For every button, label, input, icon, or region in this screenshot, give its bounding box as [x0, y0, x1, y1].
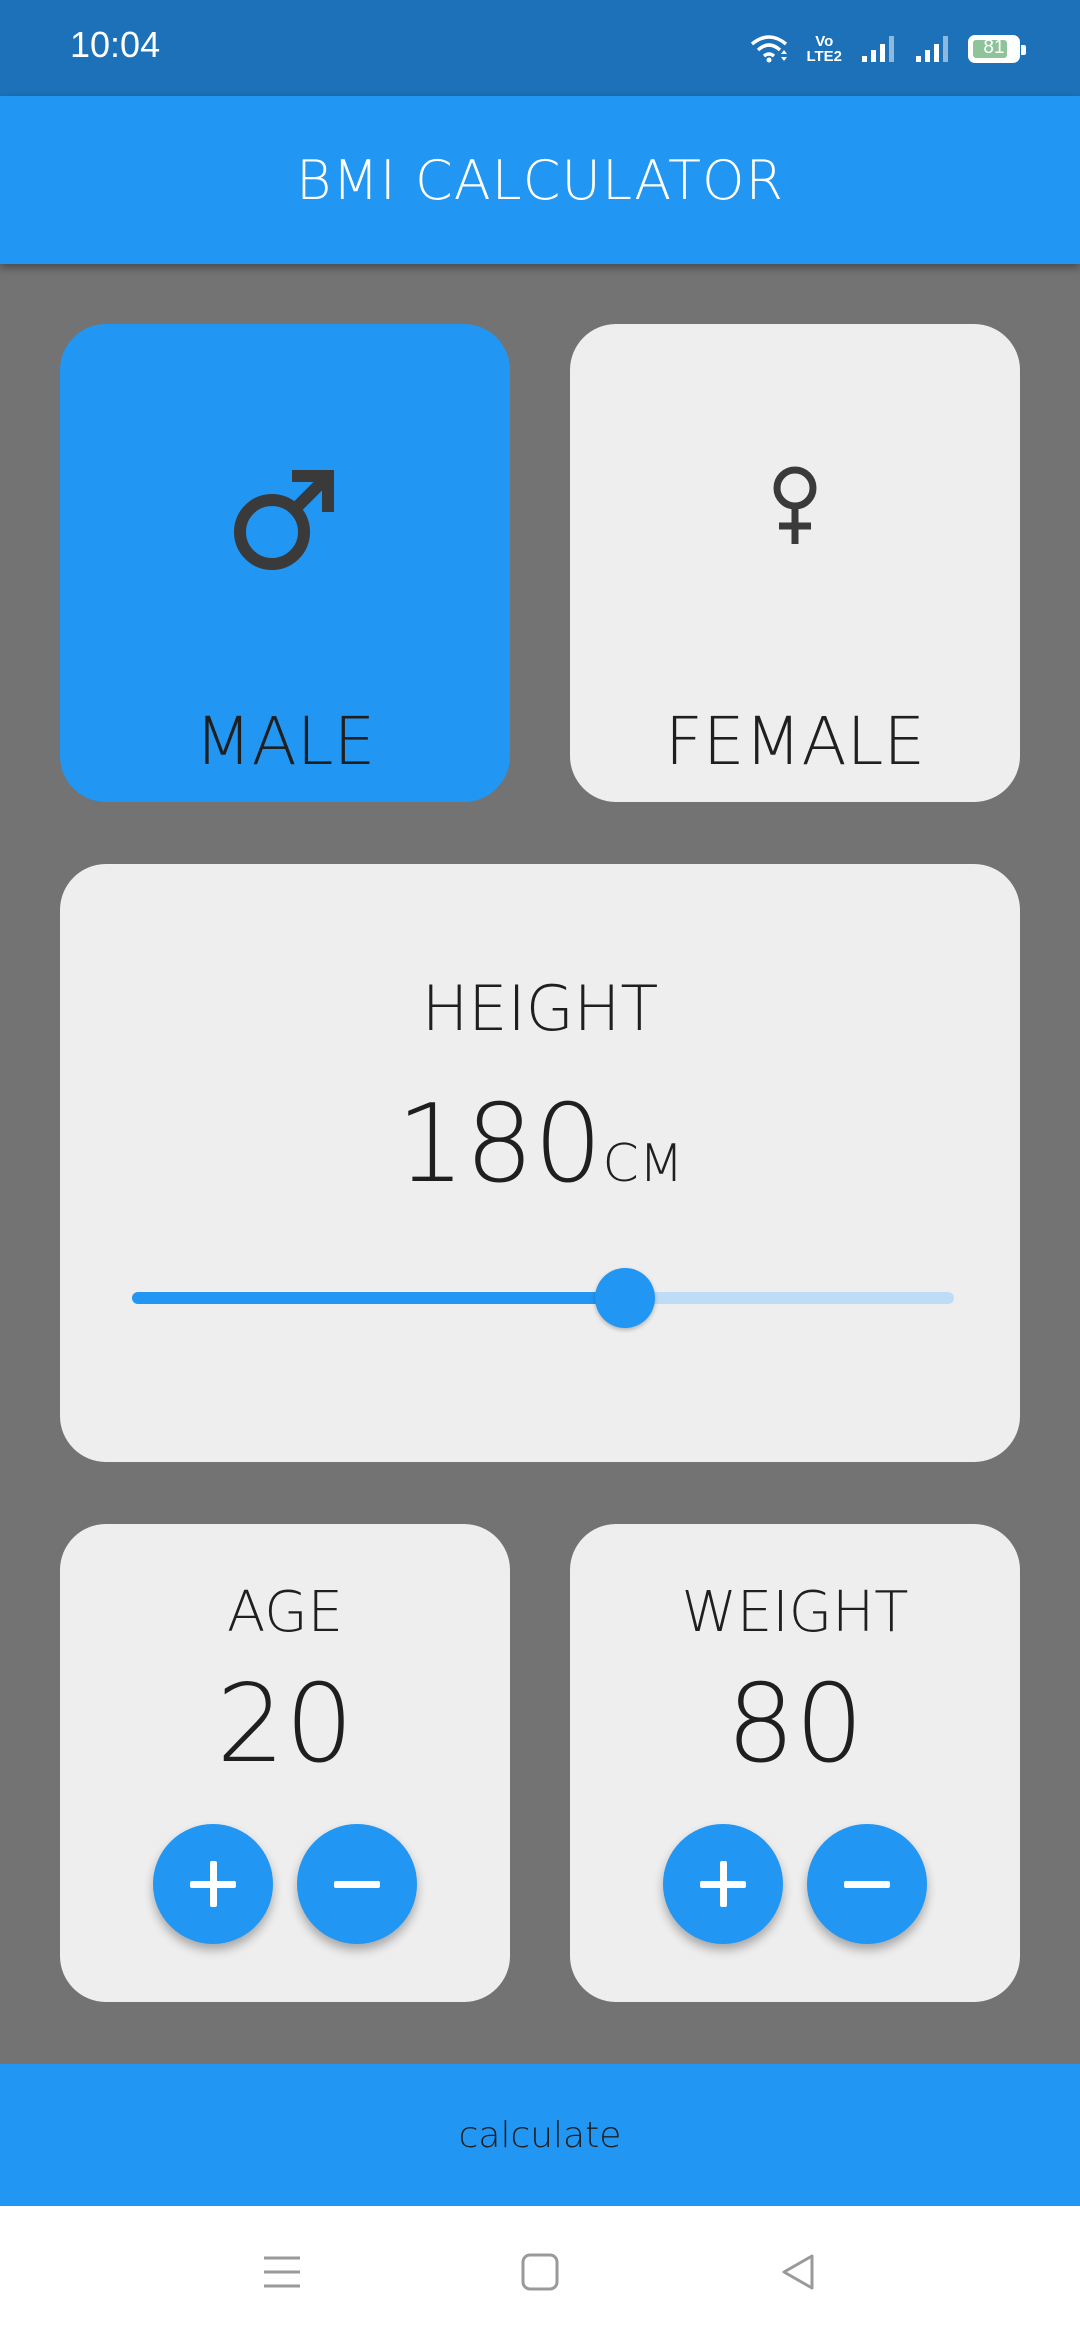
volte-bottom: LTE2 — [806, 48, 842, 65]
female-card[interactable]: FEMALE — [570, 324, 1020, 802]
volte-top: Vo — [815, 33, 834, 50]
weight-title: WEIGHT — [681, 1580, 909, 1645]
status-icons: Vo LTE2 81 — [750, 26, 1026, 72]
age-value: 20 — [216, 1662, 354, 1787]
slider-thumb[interactable] — [595, 1268, 655, 1328]
weight-card: WEIGHT 80 — [570, 1524, 1020, 2002]
age-card: AGE 20 — [60, 1524, 510, 2002]
height-card: HEIGHT 180 CM — [60, 864, 1020, 1462]
age-increment-button[interactable] — [153, 1824, 273, 1944]
back-icon[interactable] — [778, 2252, 818, 2292]
plus-icon — [190, 1861, 236, 1907]
app-bar: BMI CALCULATOR — [0, 96, 1080, 264]
volte-icon: Vo LTE2 — [806, 34, 842, 64]
calculate-button[interactable]: calculate — [0, 2064, 1080, 2206]
status-bar: 10:04 Vo LTE2 81 — [0, 0, 1080, 96]
signal-1-icon — [862, 36, 894, 62]
battery-icon: 81 — [968, 35, 1026, 63]
height-value: 180 — [396, 1082, 603, 1207]
battery-level: 81 — [983, 37, 1005, 58]
app-title: BMI CALCULATOR — [295, 148, 785, 212]
weight-value: 80 — [726, 1662, 864, 1787]
height-unit: CM — [602, 1134, 684, 1194]
nav-bar — [0, 2206, 1080, 2340]
slider-active-track — [132, 1292, 625, 1304]
weight-increment-button[interactable] — [663, 1824, 783, 1944]
male-card[interactable]: MALE — [60, 324, 510, 802]
height-title: HEIGHT — [421, 972, 659, 1045]
female-label: FEMALE — [664, 703, 926, 780]
female-icon — [773, 466, 817, 544]
height-slider[interactable] — [132, 1268, 954, 1328]
wifi-icon — [751, 35, 788, 63]
home-icon[interactable] — [520, 2252, 560, 2292]
male-label: MALE — [194, 703, 376, 780]
weight-decrement-button[interactable] — [807, 1824, 927, 1944]
height-value-row: 180 CM — [396, 1082, 683, 1207]
age-decrement-button[interactable] — [297, 1824, 417, 1944]
minus-icon — [844, 1861, 890, 1907]
male-icon — [234, 470, 334, 570]
age-title: AGE — [226, 1580, 344, 1645]
status-time: 10:04 — [70, 24, 161, 65]
signal-2-icon — [916, 36, 948, 62]
minus-icon — [334, 1861, 380, 1907]
plus-icon — [700, 1861, 746, 1907]
menu-icon[interactable] — [262, 2252, 302, 2292]
calculate-label: calculate — [458, 2114, 622, 2156]
battery-tip — [1021, 45, 1026, 55]
